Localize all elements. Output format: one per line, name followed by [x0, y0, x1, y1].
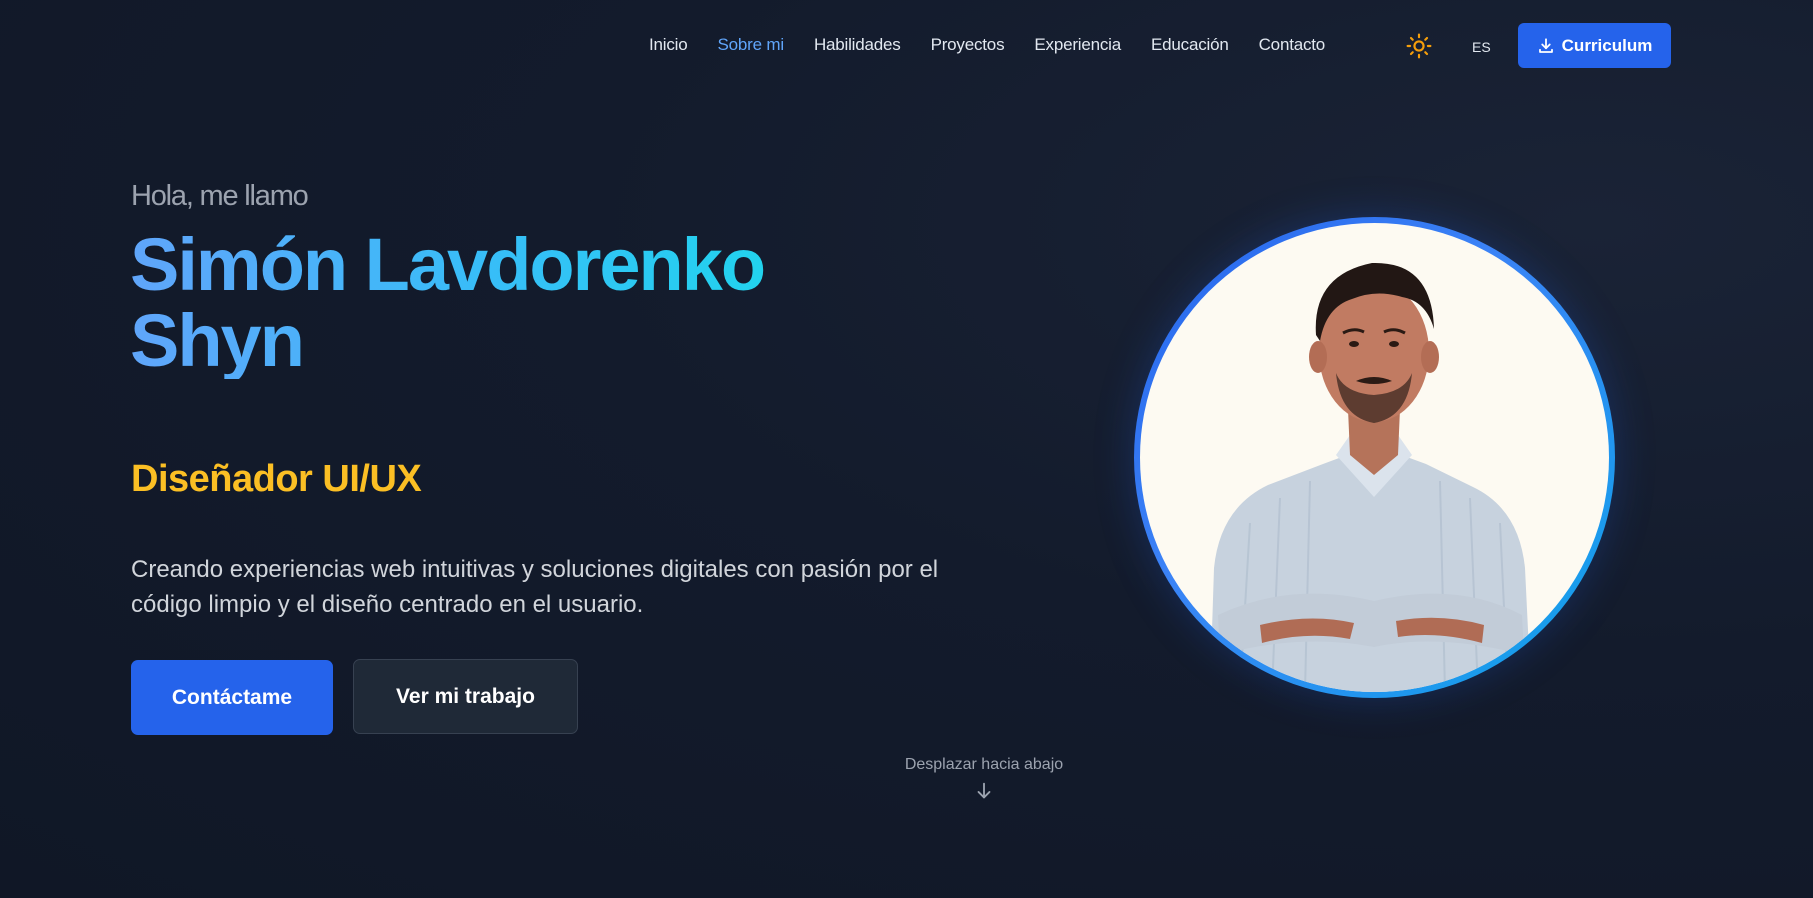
nav-link-habilidades[interactable]: Habilidades	[814, 35, 901, 55]
contact-me-button[interactable]: Contáctame	[131, 660, 333, 735]
scroll-down-hint[interactable]: Desplazar hacia abajo	[884, 756, 1084, 802]
hero-description: Creando experiencias web intuitivas y so…	[131, 556, 939, 618]
profile-photo	[1140, 223, 1609, 692]
download-icon	[1538, 37, 1553, 53]
view-work-button[interactable]: Ver mi trabajo	[353, 659, 578, 734]
sun-icon	[1406, 33, 1432, 59]
nav-links: Inicio Sobre mi Habilidades Proyectos Ex…	[649, 35, 1325, 55]
nav-link-contacto[interactable]: Contacto	[1259, 35, 1326, 55]
nav-link-inicio[interactable]: Inicio	[649, 35, 688, 55]
scroll-down-label: Desplazar hacia abajo	[904, 756, 1064, 773]
hero-name: Simón Lavdorenko Shyn	[130, 227, 764, 379]
nav-link-sobre-mi[interactable]: Sobre mi	[718, 35, 785, 55]
download-cv-button[interactable]: Curriculum	[1518, 23, 1671, 68]
hero-greeting: Hola, me llamo	[131, 180, 309, 212]
download-cv-label: Curriculum	[1561, 35, 1653, 55]
nav-link-proyectos[interactable]: Proyectos	[931, 35, 1005, 55]
hero-role: Diseñador UI/UX	[131, 458, 422, 500]
hero-name-line-2: Shyn	[130, 299, 303, 382]
top-navbar: Inicio Sobre mi Habilidades Proyectos Ex…	[0, 0, 1813, 92]
nav-link-experiencia[interactable]: Experiencia	[1034, 35, 1121, 55]
theme-toggle-button[interactable]	[1406, 33, 1432, 59]
language-switch[interactable]: ES	[1472, 39, 1491, 55]
nav-link-educacion[interactable]: Educación	[1151, 35, 1229, 55]
profile-photo-frame	[1134, 217, 1615, 698]
hero-name-line-1: Simón Lavdorenko	[130, 223, 765, 306]
arrow-down-icon	[977, 782, 991, 799]
